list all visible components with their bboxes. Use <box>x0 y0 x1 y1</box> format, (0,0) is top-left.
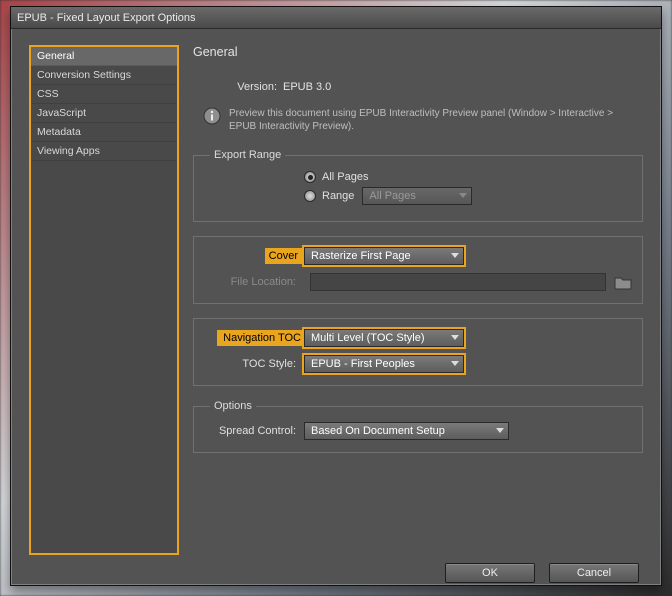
radio-range[interactable] <box>304 190 316 202</box>
toc-style-row: TOC Style: EPUB - First Peoples <box>204 355 632 373</box>
nav-toc-select[interactable]: Multi Level (TOC Style) <box>304 329 464 347</box>
title-bar[interactable]: EPUB - Fixed Layout Export Options <box>11 7 661 29</box>
sidebar-item-label: Viewing Apps <box>37 145 100 157</box>
window-title: EPUB - Fixed Layout Export Options <box>17 12 196 24</box>
file-location-row: File Location: <box>204 273 632 291</box>
nav-toc-label: Navigation TOC <box>217 330 304 346</box>
cover-row: Cover Rasterize First Page <box>204 247 632 265</box>
sidebar-item-metadata[interactable]: Metadata <box>31 123 177 142</box>
sidebar-item-viewing-apps[interactable]: Viewing Apps <box>31 142 177 161</box>
cancel-button[interactable]: Cancel <box>549 563 639 583</box>
spread-control-label: Spread Control: <box>204 425 304 437</box>
file-location-input[interactable] <box>310 273 606 291</box>
sidebar-item-general[interactable]: General <box>31 47 177 66</box>
options-legend: Options <box>210 400 256 412</box>
file-location-label: File Location: <box>204 276 304 288</box>
dialog-button-row: OK Cancel <box>11 555 661 591</box>
ok-button[interactable]: OK <box>445 563 535 583</box>
version-row: Version: EPUB 3.0 <box>193 81 643 93</box>
export-range-group: Export Range All Pages Range All Pages <box>193 149 643 222</box>
spread-control-select[interactable]: Based On Document Setup <box>304 422 509 440</box>
toc-style-label: TOC Style: <box>204 358 304 370</box>
nav-toc-row: Navigation TOC Multi Level (TOC Style) <box>204 329 632 347</box>
toc-style-select[interactable]: EPUB - First Peoples <box>304 355 464 373</box>
cover-label: Cover <box>265 248 304 264</box>
sidebar-item-label: Conversion Settings <box>37 69 131 81</box>
radio-all-pages[interactable] <box>304 171 316 183</box>
version-label: Version: <box>193 81 283 93</box>
main-area: General Conversion Settings CSS JavaScri… <box>11 29 661 555</box>
sidebar-item-conversion-settings[interactable]: Conversion Settings <box>31 66 177 85</box>
info-icon <box>203 107 221 125</box>
preview-hint-row: Preview this document using EPUB Interac… <box>193 107 643 133</box>
dialog-content: General Conversion Settings CSS JavaScri… <box>11 29 661 585</box>
radio-range-row[interactable]: Range All Pages <box>304 187 632 205</box>
range-select[interactable]: All Pages <box>362 187 472 205</box>
panel-heading: General <box>193 45 643 59</box>
cover-group: Cover Rasterize First Page File Location… <box>193 236 643 304</box>
folder-icon[interactable] <box>614 275 632 290</box>
cover-select[interactable]: Rasterize First Page <box>304 247 464 265</box>
radio-all-pages-label: All Pages <box>322 171 368 183</box>
settings-panel: General Version: EPUB 3.0 Preview this d… <box>193 45 643 555</box>
export-dialog: EPUB - Fixed Layout Export Options Gener… <box>10 6 662 586</box>
preview-hint-text: Preview this document using EPUB Interac… <box>229 107 619 133</box>
sidebar-item-label: JavaScript <box>37 107 86 119</box>
radio-range-label: Range <box>322 190 354 202</box>
options-group: Options Spread Control: Based On Documen… <box>193 400 643 453</box>
sidebar-item-javascript[interactable]: JavaScript <box>31 104 177 123</box>
category-sidebar: General Conversion Settings CSS JavaScri… <box>29 45 179 555</box>
radio-all-pages-row[interactable]: All Pages <box>304 171 632 183</box>
sidebar-item-label: CSS <box>37 88 59 100</box>
sidebar-item-css[interactable]: CSS <box>31 85 177 104</box>
export-range-legend: Export Range <box>210 149 285 161</box>
sidebar-item-label: Metadata <box>37 126 81 138</box>
version-value: EPUB 3.0 <box>283 81 331 93</box>
navigation-toc-group: Navigation TOC Multi Level (TOC Style) T… <box>193 318 643 386</box>
spread-control-row: Spread Control: Based On Document Setup <box>204 422 632 440</box>
sidebar-item-label: General <box>37 50 74 62</box>
